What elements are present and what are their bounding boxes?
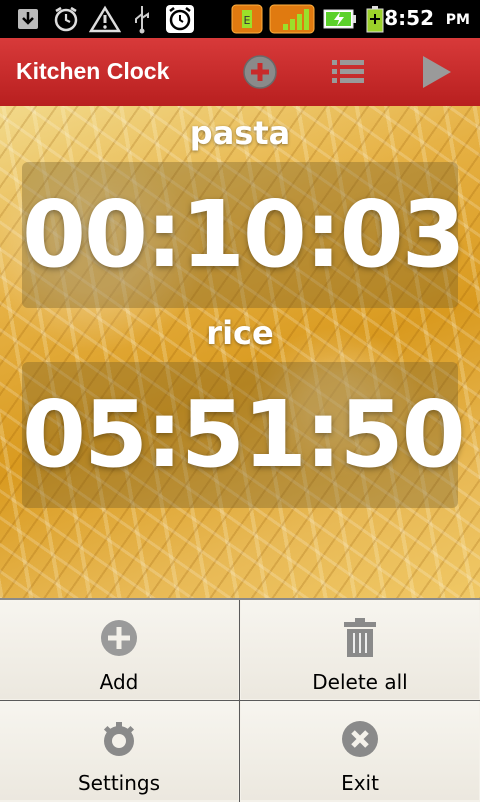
timer-value: 00:10:03 [22, 181, 466, 288]
alarm-icon [50, 4, 82, 34]
menu-item-label: Settings [77, 771, 161, 795]
download-icon [14, 4, 42, 34]
list-icon [332, 60, 364, 83]
menu-divider [0, 700, 480, 701]
signal-app-icon [268, 4, 316, 34]
timer-list: pasta 00:10:03 rice 05:51:50 [0, 106, 480, 600]
battery-app-icon: E [230, 4, 264, 34]
add-timer-button[interactable] [238, 52, 282, 92]
menu-divider [239, 600, 240, 802]
status-time: 8:52 [384, 6, 434, 30]
close-icon [342, 721, 378, 757]
list-button[interactable] [326, 52, 370, 92]
alarm-clock-icon [164, 4, 196, 34]
add-icon [101, 620, 137, 656]
timer-panel[interactable]: 05:51:50 [22, 362, 466, 508]
trash-icon [344, 618, 376, 657]
menu-item-label: Exit [341, 771, 379, 795]
battery-charging-icon [322, 4, 358, 34]
battery-icon [364, 4, 386, 34]
timer-label[interactable]: rice [0, 314, 480, 352]
svg-text:E: E [244, 14, 251, 27]
play-icon [423, 56, 451, 88]
options-menu: Add Delete all Settings Exit [0, 598, 480, 802]
warning-icon [88, 4, 122, 34]
settings-icon [103, 722, 135, 756]
action-bar: Kitchen Clock [0, 38, 480, 106]
timer-panel[interactable]: 00:10:03 [22, 162, 466, 308]
menu-item-exit[interactable]: Exit [241, 701, 479, 800]
menu-item-label: Add [99, 670, 139, 694]
timer-label[interactable]: pasta [0, 114, 480, 152]
add-icon [243, 55, 277, 89]
menu-item-settings[interactable]: Settings [0, 701, 238, 800]
usb-icon [128, 4, 156, 34]
menu-item-add[interactable]: Add [0, 600, 238, 699]
status-ampm: PM [445, 12, 470, 28]
menu-item-delete-all[interactable]: Delete all [241, 600, 479, 699]
status-bar: E 8:52 PM [0, 0, 480, 38]
timer-value: 05:51:50 [22, 381, 466, 488]
menu-item-label: Delete all [312, 670, 408, 694]
app-title: Kitchen Clock [16, 58, 170, 84]
play-button[interactable] [414, 52, 458, 92]
